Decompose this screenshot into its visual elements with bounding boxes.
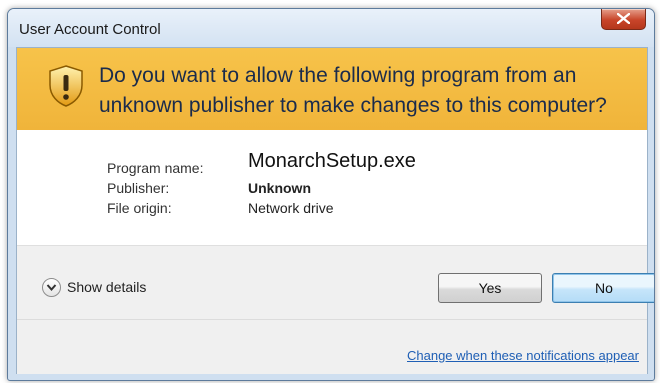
dialog-footer: Show details Yes No Change when these no…: [17, 245, 654, 374]
program-name-label: Program name:: [107, 160, 204, 176]
publisher-value: Unknown: [248, 180, 311, 196]
title-bar[interactable]: User Account Control: [8, 9, 654, 47]
publisher-label: Publisher:: [107, 180, 170, 196]
yes-button[interactable]: Yes: [438, 273, 542, 303]
no-button[interactable]: No: [552, 273, 654, 303]
program-name-value: MonarchSetup.exe: [248, 150, 416, 172]
dialog-body: Do you want to allow the following progr…: [16, 47, 654, 374]
close-icon: [617, 13, 630, 24]
footer-divider: [17, 319, 647, 320]
shield-warning-icon: [49, 65, 83, 107]
file-origin-value: Network drive: [248, 200, 334, 216]
change-notifications-link[interactable]: Change when these notifications appear: [407, 348, 639, 363]
close-button[interactable]: [601, 9, 646, 30]
warning-banner: Do you want to allow the following progr…: [17, 48, 647, 130]
file-origin-label: File origin:: [107, 200, 172, 216]
window-title: User Account Control: [19, 21, 161, 38]
uac-dialog: User Account Control Do you want to allo…: [7, 8, 655, 381]
chevron-down-icon[interactable]: [42, 278, 61, 297]
prompt-question: Do you want to allow the following progr…: [99, 64, 607, 117]
show-details-label[interactable]: Show details: [67, 279, 146, 295]
